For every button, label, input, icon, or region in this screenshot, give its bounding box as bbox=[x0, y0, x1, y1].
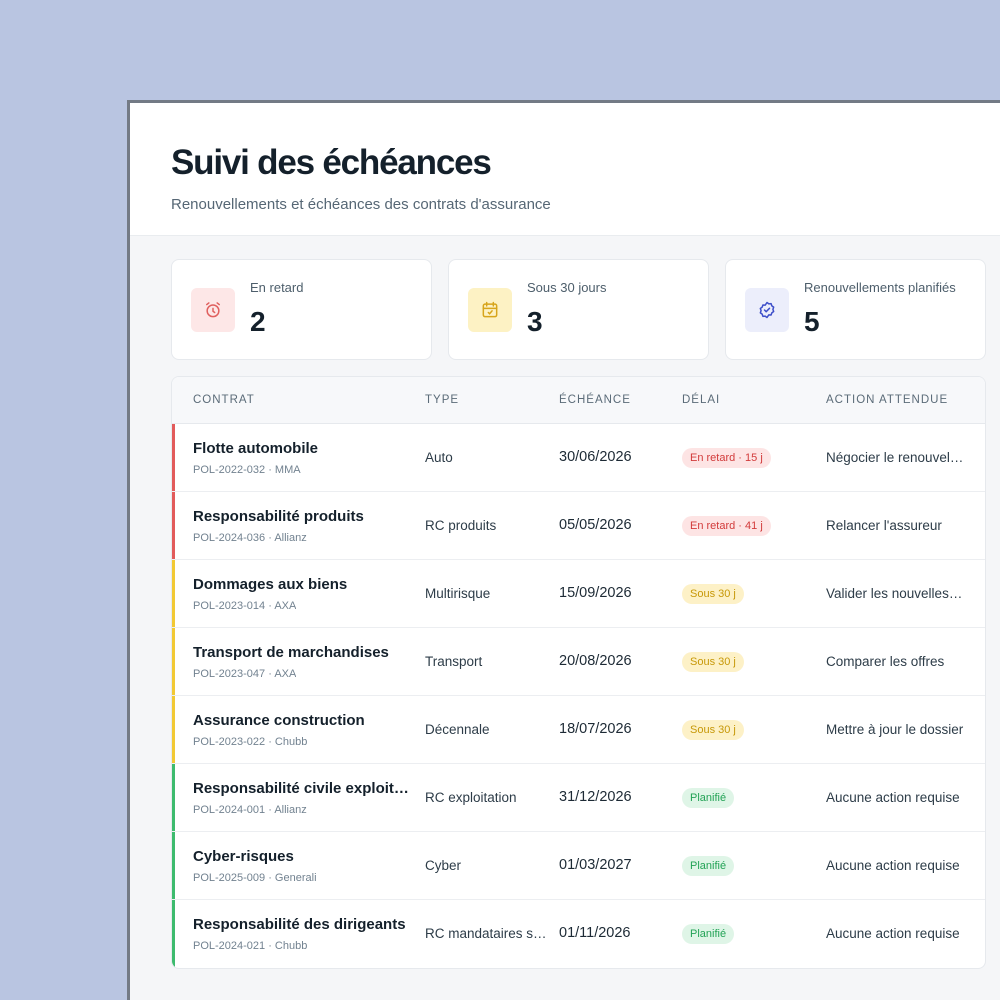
stat-value: 5 bbox=[804, 306, 820, 337]
contract-type: RC mandataires sociaux bbox=[425, 926, 547, 941]
contract-type: RC exploitation bbox=[425, 790, 517, 805]
column-header-action[interactable]: ACTION ATTENDUE bbox=[826, 394, 948, 406]
table-row[interactable]: Assurance construction POL-2023-022 · Chu… bbox=[172, 696, 985, 764]
stats-row: En retard 2 Sous 30 jours 3 Renouvelleme… bbox=[171, 259, 986, 360]
status-badge: Planifié bbox=[682, 788, 735, 808]
column-header-contract[interactable]: CONTRAT bbox=[193, 394, 255, 406]
due-date: 20/08/2026 bbox=[559, 653, 632, 669]
column-header-delay[interactable]: DÉLAI bbox=[682, 394, 720, 406]
contract-type: Multirisque bbox=[425, 586, 491, 601]
contract-type: Auto bbox=[425, 450, 453, 465]
status-badge: Sous 30 j bbox=[682, 720, 744, 740]
stat-label: Renouvellements planifiés bbox=[804, 280, 956, 295]
due-date: 05/05/2026 bbox=[559, 517, 632, 533]
status-indicator-bar bbox=[172, 832, 175, 899]
badge-check-icon bbox=[745, 288, 789, 332]
alarm-clock-icon bbox=[191, 288, 235, 332]
contract-name: Responsabilité produits bbox=[193, 508, 364, 525]
expected-action: Négocier le renouvellement bbox=[826, 450, 966, 465]
status-indicator-bar bbox=[172, 492, 175, 559]
contract-name: Flotte automobile bbox=[193, 440, 318, 457]
policy-reference: POL-2024-021 · Chubb bbox=[193, 940, 308, 952]
contract-type: Décennale bbox=[425, 722, 490, 737]
expected-action: Aucune action requise bbox=[826, 790, 960, 805]
policy-reference: POL-2025-009 · Generali bbox=[193, 872, 317, 884]
table-body: Flotte automobile POL-2022-032 · MMA Auto 3… bbox=[172, 424, 985, 968]
policy-reference: POL-2023-022 · Chubb bbox=[193, 736, 308, 748]
status-indicator-bar bbox=[172, 900, 175, 968]
contract-name: Responsabilité civile exploitation bbox=[193, 780, 415, 797]
expected-action: Comparer les offres bbox=[826, 654, 945, 669]
status-indicator-bar bbox=[172, 628, 175, 695]
policy-reference: POL-2023-047 · AXA bbox=[193, 668, 297, 680]
policy-reference: POL-2024-036 · Allianz bbox=[193, 532, 307, 544]
table-row[interactable]: Cyber-risques POL-2025-009 · Generali Cybe… bbox=[172, 832, 985, 900]
expected-action: Mettre à jour le dossier bbox=[826, 722, 964, 737]
table-row[interactable]: Flotte automobile POL-2022-032 · MMA Auto 3… bbox=[172, 424, 985, 492]
status-badge: Planifié bbox=[682, 856, 735, 876]
due-date: 31/12/2026 bbox=[559, 789, 632, 805]
expected-action: Aucune action requise bbox=[826, 926, 960, 941]
page-title: Suivi des échéances bbox=[171, 143, 492, 182]
due-date: 18/07/2026 bbox=[559, 721, 632, 737]
stat-value: 2 bbox=[250, 306, 266, 337]
contract-name: Assurance construction bbox=[193, 712, 365, 729]
contract-type: RC produits bbox=[425, 518, 497, 533]
policy-reference: POL-2024-001 · Allianz bbox=[193, 804, 307, 816]
status-indicator-bar bbox=[172, 424, 175, 491]
contract-name: Cyber-risques bbox=[193, 848, 294, 865]
stat-card-overdue[interactable]: En retard 2 bbox=[171, 259, 432, 360]
contract-name: Dommages aux biens bbox=[193, 576, 348, 593]
status-badge: En retard · 15 j bbox=[682, 448, 771, 468]
contract-name: Transport de marchandises bbox=[193, 644, 389, 661]
table-row[interactable]: Dommages aux biens POL-2023-014 · AXA Mult… bbox=[172, 560, 985, 628]
table-row[interactable]: Transport de marchandises POL-2023-047 · … bbox=[172, 628, 985, 696]
status-badge: En retard · 41 j bbox=[682, 516, 771, 536]
policy-reference: POL-2022-032 · MMA bbox=[193, 464, 301, 476]
table-row[interactable]: Responsabilité civile exploitation POL-20… bbox=[172, 764, 985, 832]
stat-card-planned-renewals[interactable]: Renouvellements planifiés 5 bbox=[725, 259, 986, 360]
due-date: 01/11/2026 bbox=[559, 925, 631, 941]
due-date: 01/03/2027 bbox=[559, 857, 632, 873]
stat-label: Sous 30 jours bbox=[527, 280, 607, 295]
status-indicator-bar bbox=[172, 764, 175, 831]
expected-action: Relancer l'assureur bbox=[826, 518, 942, 533]
contract-name: Responsabilité des dirigeants bbox=[193, 916, 406, 933]
status-badge: Sous 30 j bbox=[682, 584, 744, 604]
due-date: 30/06/2026 bbox=[559, 449, 632, 465]
status-indicator-bar bbox=[172, 696, 175, 763]
stat-value: 3 bbox=[527, 306, 543, 337]
expected-action: Valider les nouvelles conditions bbox=[826, 586, 966, 601]
table-row[interactable]: Responsabilité produits POL-2024-036 · Al… bbox=[172, 492, 985, 560]
deadlines-table: CONTRAT TYPE ÉCHÉANCE DÉLAI ACTION ATTEN… bbox=[171, 376, 986, 969]
due-date: 15/09/2026 bbox=[559, 585, 632, 601]
contract-type: Cyber bbox=[425, 858, 462, 873]
table-row[interactable]: Responsabilité des dirigeants POL-2024-02… bbox=[172, 900, 985, 968]
column-header-due-date[interactable]: ÉCHÉANCE bbox=[559, 394, 631, 406]
calendar-icon bbox=[468, 288, 512, 332]
table-header: CONTRAT TYPE ÉCHÉANCE DÉLAI ACTION ATTEN… bbox=[172, 377, 985, 424]
stat-label: En retard bbox=[250, 280, 304, 295]
policy-reference: POL-2023-014 · AXA bbox=[193, 600, 297, 612]
page-header: Suivi des échéances Renouvellements et é… bbox=[130, 103, 1000, 236]
column-header-type[interactable]: TYPE bbox=[425, 394, 459, 406]
status-badge: Planifié bbox=[682, 924, 735, 944]
contract-type: Transport bbox=[425, 654, 483, 669]
status-indicator-bar bbox=[172, 560, 175, 627]
app-window: Suivi des échéances Renouvellements et é… bbox=[127, 100, 1000, 1000]
expected-action: Aucune action requise bbox=[826, 858, 960, 873]
page-subtitle: Renouvellements et échéances des contrat… bbox=[171, 196, 551, 213]
stat-card-within-30-days[interactable]: Sous 30 jours 3 bbox=[448, 259, 709, 360]
status-badge: Sous 30 j bbox=[682, 652, 744, 672]
